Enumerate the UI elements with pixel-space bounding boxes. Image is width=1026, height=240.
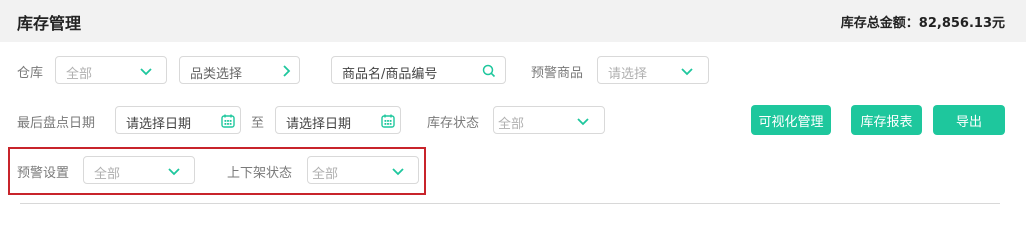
stock-status-label: 库存状态: [427, 116, 480, 131]
shelf-status-select[interactable]: 全部: [307, 156, 419, 184]
warning-setting-value: 全部: [94, 167, 121, 182]
page-header: 库存管理 库存总金额：82,856.13元: [0, 0, 1026, 42]
shelf-status-label: 上下架状态: [227, 166, 293, 181]
end-date-picker[interactable]: 请选择日期: [275, 106, 401, 134]
page-title: 库存管理: [17, 14, 82, 33]
warning-product-label: 预警商品: [531, 66, 584, 81]
visual-manage-button[interactable]: 可视化管理: [751, 105, 831, 135]
category-select[interactable]: 品类选择: [179, 56, 300, 84]
warehouse-value: 全部: [66, 67, 93, 82]
export-button[interactable]: 导出: [933, 105, 1005, 135]
warehouse-select[interactable]: 全部: [55, 56, 167, 84]
calendar-icon: [221, 114, 235, 128]
chevron-right-icon: [283, 65, 291, 77]
total-amount-value: 82,856.13元: [918, 16, 1005, 31]
total-amount-label: 库存总金额：: [840, 16, 919, 31]
stock-status-value: 全部: [498, 117, 525, 132]
product-search-placeholder: 商品名/商品编号: [342, 67, 438, 82]
stock-status-select[interactable]: 全部: [493, 106, 605, 134]
last-inventory-date-label: 最后盘点日期: [17, 116, 96, 131]
calendar-icon: [381, 114, 395, 128]
chevron-down-icon: [681, 68, 693, 76]
chevron-down-icon: [140, 68, 152, 76]
start-date-picker[interactable]: 请选择日期: [115, 106, 241, 134]
product-search-input[interactable]: 商品名/商品编号: [331, 56, 506, 84]
warehouse-label: 仓库: [17, 66, 44, 81]
warning-setting-label: 预警设置: [17, 166, 70, 181]
chevron-down-icon: [577, 118, 589, 126]
chevron-down-icon: [392, 168, 404, 176]
search-icon[interactable]: [481, 63, 497, 79]
shelf-status-value: 全部: [312, 167, 339, 182]
warning-setting-select[interactable]: 全部: [83, 156, 195, 184]
divider: [20, 203, 1000, 204]
end-date-placeholder: 请选择日期: [286, 117, 352, 132]
warning-product-select[interactable]: 请选择: [597, 56, 709, 84]
warning-product-placeholder: 请选择: [608, 67, 648, 82]
start-date-placeholder: 请选择日期: [126, 117, 192, 132]
category-placeholder: 品类选择: [190, 67, 243, 82]
date-range-separator: 至: [251, 116, 265, 131]
stock-report-button[interactable]: 库存报表: [851, 105, 922, 135]
chevron-down-icon: [168, 168, 180, 176]
total-amount: 库存总金额：82,856.13元: [841, 12, 1005, 31]
